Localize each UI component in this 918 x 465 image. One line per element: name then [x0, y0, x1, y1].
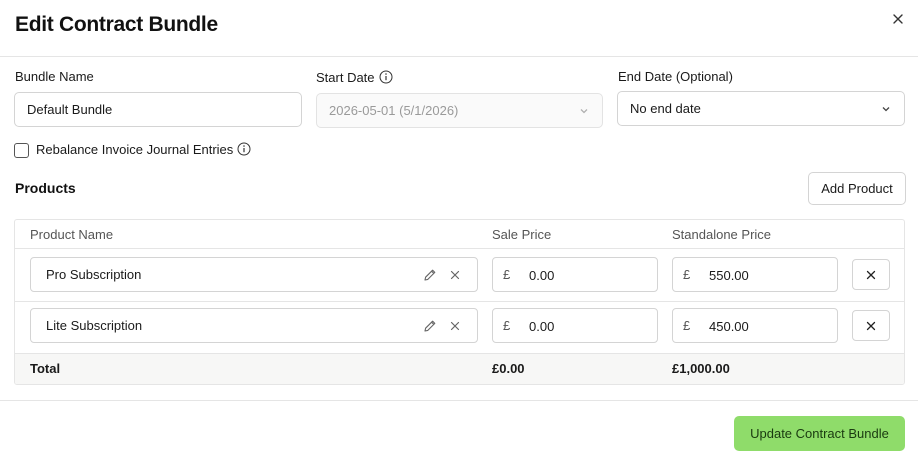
remove-product-button[interactable]	[852, 310, 890, 341]
add-product-button[interactable]: Add Product	[808, 172, 906, 205]
total-sale-price: £0.00	[492, 361, 525, 376]
start-date-value: 2026-05-01 (5/1/2026)	[329, 103, 459, 118]
clear-icon[interactable]	[449, 269, 461, 281]
rebalance-label-wrap: Rebalance Invoice Journal Entries	[36, 142, 251, 157]
sale-price-value: 0.00	[529, 268, 555, 283]
start-date-label-wrap: Start Date	[316, 70, 393, 85]
total-label: Total	[30, 361, 61, 376]
currency-symbol: £	[503, 318, 511, 333]
products-title: Products	[15, 180, 76, 196]
product-name-value: Pro Subscription	[46, 267, 142, 282]
dialog-header: Edit Contract Bundle	[0, 0, 918, 57]
sale-price-input[interactable]: £ 0.00	[492, 257, 658, 292]
info-icon	[379, 70, 393, 84]
end-date-select[interactable]: No end date	[617, 91, 905, 126]
remove-icon	[866, 321, 876, 330]
close-icon[interactable]	[889, 10, 907, 28]
chevron-down-icon	[882, 107, 890, 112]
row-divider	[15, 301, 904, 302]
update-contract-bundle-button[interactable]: Update Contract Bundle	[734, 416, 905, 451]
row-divider	[15, 248, 904, 249]
bundle-name-value: Default Bundle	[27, 102, 113, 117]
sale-price-input[interactable]: £ 0.00	[492, 308, 658, 343]
start-date-label: Start Date	[316, 70, 375, 85]
currency-symbol: £	[503, 267, 511, 282]
remove-icon	[866, 270, 876, 279]
column-header-product-name: Product Name	[30, 227, 114, 242]
total-standalone-price: £1,000.00	[672, 361, 730, 376]
product-name-input[interactable]: Lite Subscription	[30, 308, 478, 343]
bundle-name-label: Bundle Name	[15, 69, 94, 84]
standalone-price-input[interactable]: £ 550.00	[672, 257, 838, 292]
bundle-name-input[interactable]: Default Bundle	[14, 92, 302, 127]
product-name-value: Lite Subscription	[46, 318, 143, 333]
rebalance-label: Rebalance Invoice Journal Entries	[36, 142, 234, 157]
total-row	[15, 353, 904, 384]
column-header-standalone-price: Standalone Price	[672, 227, 772, 242]
pencil-icon[interactable]	[423, 319, 437, 333]
standalone-price-input[interactable]: £ 450.00	[672, 308, 838, 343]
chevron-down-icon	[580, 109, 588, 114]
pencil-icon[interactable]	[423, 268, 437, 282]
end-date-value: No end date	[630, 101, 701, 116]
currency-symbol: £	[683, 267, 691, 282]
product-name-input[interactable]: Pro Subscription	[30, 257, 478, 292]
sale-price-value: 0.00	[529, 319, 555, 334]
start-date-select: 2026-05-01 (5/1/2026)	[316, 93, 603, 128]
footer-divider	[0, 400, 918, 401]
standalone-price-value: 450.00	[709, 319, 749, 334]
clear-icon[interactable]	[449, 320, 461, 332]
currency-symbol: £	[683, 318, 691, 333]
info-icon	[237, 142, 251, 156]
edit-contract-bundle-dialog: Edit Contract Bundle Bundle Name Default…	[0, 0, 918, 465]
standalone-price-value: 550.00	[709, 268, 749, 283]
end-date-label: End Date (Optional)	[618, 69, 733, 84]
rebalance-checkbox[interactable]	[14, 143, 29, 158]
remove-product-button[interactable]	[852, 259, 890, 290]
products-table: Product Name Sale Price Standalone Price…	[14, 219, 905, 385]
dialog-title: Edit Contract Bundle	[15, 13, 218, 36]
column-header-sale-price: Sale Price	[492, 227, 552, 242]
